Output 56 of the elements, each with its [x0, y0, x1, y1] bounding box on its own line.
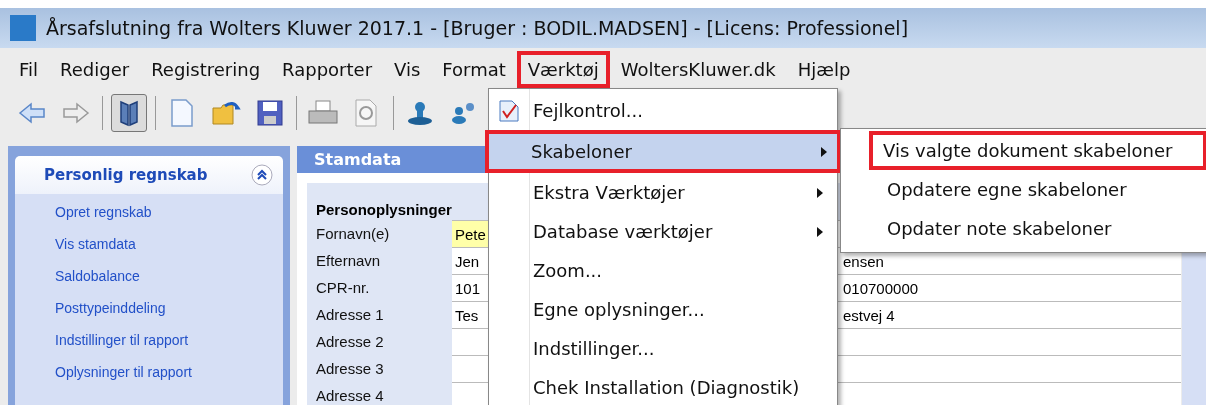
sidebar-link[interactable]: Vis stamdata — [55, 236, 283, 257]
menu-item[interactable]: Chek Installation (Diagnostik) — [491, 368, 835, 405]
print-preview-icon[interactable] — [354, 98, 380, 128]
menu-bar-item[interactable]: Hjælp — [786, 50, 862, 88]
field-label: Adresse 3 — [316, 359, 385, 379]
back-arrow-icon[interactable] — [18, 102, 46, 124]
field-value: estvej 4 — [843, 305, 895, 326]
sidebar-link[interactable]: Oplysninger til rapport — [55, 364, 283, 385]
field-label: Adresse 4 — [316, 386, 385, 405]
menu-bar-item[interactable]: Værktøj — [516, 50, 610, 88]
app-logo-icon — [10, 15, 36, 41]
field-label: Adresse 1 — [316, 305, 385, 325]
field-label: CPR-nr. — [316, 278, 371, 298]
menu-item[interactable]: Skabeloner — [485, 130, 841, 173]
menu-item[interactable]: Vis valgte dokument skabeloner — [869, 131, 1206, 170]
window-title: Årsafslutning fra Wolters Kluwer 2017.1 - [Bruger : BODIL.MADSEN] - [Licens: Professionel] — [46, 17, 909, 39]
menu-item[interactable]: Fejlkontrol... — [491, 91, 835, 130]
input-field[interactable]: 101 — [452, 275, 491, 301]
field-label: Fornavn(e) — [316, 224, 391, 244]
sidebar-link[interactable]: Indstillinger til rapport — [55, 332, 283, 353]
input-field[interactable]: Tes — [452, 302, 491, 328]
folder-icon[interactable] — [211, 100, 241, 126]
sidebar-link[interactable]: Saldobalance — [55, 268, 283, 289]
sidebar-link[interactable]: Opret regnskab — [55, 204, 283, 225]
field-label: Efternavn — [316, 251, 382, 271]
forward-arrow-icon[interactable] — [62, 102, 90, 124]
menu-item[interactable]: Egne oplysninger... — [491, 290, 835, 329]
menu-item[interactable]: Opdatere egne skabeloner — [869, 170, 1206, 209]
menu-item[interactable]: Ekstra Værktøjer — [491, 173, 835, 212]
menu-item[interactable]: Zoom... — [491, 251, 835, 290]
menu-bar-item[interactable]: Vis — [383, 50, 432, 88]
menu-item[interactable]: Database værktøjer — [491, 212, 835, 251]
menu-bar-item[interactable]: Fil — [8, 50, 50, 88]
input-field[interactable]: Jen — [452, 248, 491, 274]
stamp-icon[interactable] — [406, 99, 434, 127]
printer-icon[interactable] — [307, 99, 339, 127]
menu-bar-item[interactable]: Registrering — [140, 50, 272, 88]
menu-item[interactable]: Indstillinger... — [491, 329, 835, 368]
sidebar-header[interactable]: Personlig regnskab — [15, 156, 283, 194]
checklist-icon — [497, 99, 521, 123]
sidebar-link[interactable]: Posttypeinddeling — [55, 300, 283, 321]
menu-bar-item[interactable]: Rapporter — [271, 50, 384, 88]
collapse-icon[interactable] — [251, 164, 273, 186]
field-value: ensen — [843, 251, 884, 272]
save-icon[interactable] — [256, 99, 284, 127]
menu-bar-item[interactable]: Rediger — [49, 50, 141, 88]
menu-item[interactable]: Opdater note skabeloner — [869, 209, 1206, 248]
sidebar-title: Personlig regnskab — [44, 166, 208, 184]
book-icon[interactable] — [118, 99, 140, 127]
section-title: Personoplysninger — [316, 201, 452, 218]
field-label: Adresse 2 — [316, 332, 385, 352]
input-field[interactable]: Pete — [452, 221, 491, 247]
document-icon[interactable] — [170, 98, 194, 128]
menu-bar-item[interactable]: Format — [431, 50, 517, 88]
field-value: 010700000 — [843, 278, 919, 299]
menu-bar-item[interactable]: WoltersKluwer.dk — [609, 50, 787, 88]
